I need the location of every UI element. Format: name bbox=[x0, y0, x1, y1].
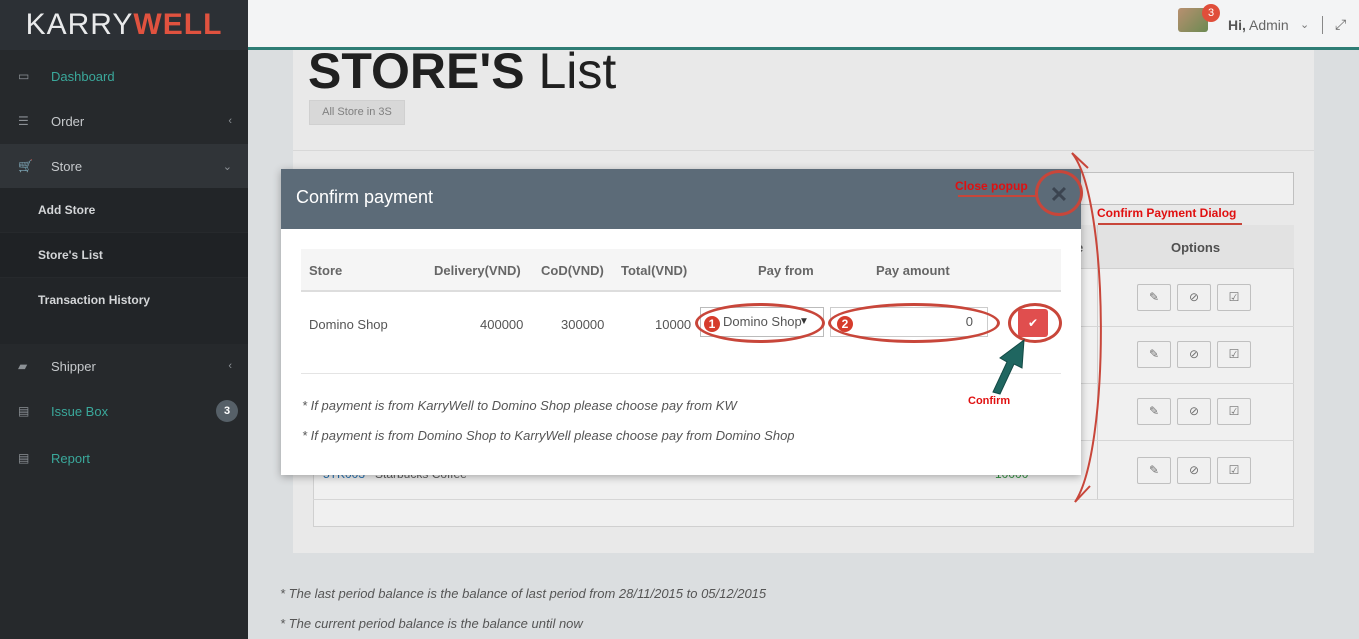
sidebar-item-label: Shipper bbox=[51, 358, 96, 374]
chevron-down-icon[interactable]: ⌄ bbox=[1300, 18, 1309, 31]
payment-note: * If payment is from Domino Shop to Karr… bbox=[302, 428, 795, 443]
column-header-pay-amount: Pay amount bbox=[876, 263, 950, 278]
chevron-left-icon: ‹ bbox=[228, 360, 232, 372]
confirm-payment-dialog: Confirm payment ✕ Store Delivery(VND) Co… bbox=[281, 169, 1081, 475]
dialog-title: Confirm payment bbox=[296, 187, 434, 207]
sidebar-subitem-add-store[interactable]: Add Store bbox=[0, 188, 248, 232]
book-icon: ▤ bbox=[18, 451, 30, 465]
sidebar-item-report[interactable]: ▤ Report bbox=[0, 436, 248, 480]
list-icon: ☰ bbox=[18, 114, 29, 128]
row-divider bbox=[301, 373, 1061, 374]
annotation-confirm: Confirm bbox=[968, 395, 1011, 407]
column-header-cod: CoD(VND) bbox=[541, 263, 604, 278]
sidebar: KARRYWELL ▭ Dashboard ☰ Order ‹ 🛒 Store … bbox=[0, 0, 248, 639]
step-number: 2 bbox=[837, 316, 853, 332]
chevron-left-icon: ‹ bbox=[228, 115, 232, 127]
column-header-pay-from: Pay from bbox=[758, 263, 814, 278]
sidebar-item-order[interactable]: ☰ Order ‹ bbox=[0, 99, 248, 143]
payment-note: * If payment is from KarryWell to Domino… bbox=[302, 398, 737, 413]
laptop-icon: ▭ bbox=[18, 69, 30, 83]
annotation-underline bbox=[1098, 223, 1242, 225]
footnote: * The last period balance is the balance… bbox=[280, 586, 767, 601]
sidebar-item-issue-box[interactable]: ▤ Issue Box 3 bbox=[0, 389, 248, 433]
sidebar-item-label: Order bbox=[51, 113, 85, 129]
annotation-underline bbox=[958, 195, 1036, 197]
annotation-close-popup: Close popup bbox=[955, 179, 1028, 193]
total-cell: 10000 bbox=[655, 317, 692, 332]
dialog-header: Confirm payment ✕ bbox=[281, 169, 1081, 229]
sidebar-item-label: Issue Box bbox=[51, 403, 109, 419]
sidebar-item-label: Dashboard bbox=[51, 68, 115, 84]
divider bbox=[1322, 16, 1323, 34]
store-name-cell: Domino Shop bbox=[309, 317, 388, 332]
sidebar-subitem-transaction-history[interactable]: Transaction History bbox=[0, 278, 248, 344]
cart-icon: 🛒 bbox=[18, 159, 33, 173]
issue-count-badge: 3 bbox=[216, 400, 238, 422]
truck-icon: ▰ bbox=[18, 359, 28, 373]
book-icon: ▤ bbox=[18, 404, 30, 418]
annotation-ring bbox=[828, 303, 1000, 343]
annotation-ring bbox=[1035, 170, 1083, 216]
annotation-ring bbox=[1008, 303, 1062, 343]
chevron-down-icon: ⌄ bbox=[222, 160, 232, 173]
cod-cell: 300000 bbox=[561, 317, 605, 332]
sidebar-subitem-stores-list[interactable]: Store's List bbox=[0, 233, 248, 277]
sidebar-item-shipper[interactable]: ▰ Shipper ‹ bbox=[0, 344, 248, 388]
delivery-cell: 400000 bbox=[480, 317, 524, 332]
sidebar-item-label: Store bbox=[51, 158, 83, 174]
column-header-store: Store bbox=[309, 263, 343, 278]
footnote: * The current period balance is the bala… bbox=[280, 616, 583, 631]
sidebar-item-store[interactable]: 🛒 Store ⌄ bbox=[0, 144, 248, 188]
expand-icon[interactable]: ⤢ bbox=[1335, 16, 1346, 33]
column-header-total: Total(VND) bbox=[621, 263, 688, 278]
user-greeting[interactable]: Hi, Admin bbox=[1228, 17, 1289, 33]
column-header-delivery: Delivery(VND) bbox=[434, 263, 521, 278]
sidebar-item-dashboard[interactable]: ▭ Dashboard bbox=[0, 54, 248, 98]
notification-badge: 3 bbox=[1202, 4, 1220, 22]
app-logo[interactable]: KARRYWELL bbox=[0, 0, 248, 50]
step-number: 1 bbox=[704, 316, 720, 332]
sidebar-item-label: Report bbox=[51, 450, 91, 466]
annotation-confirm-payment-dialog: Confirm Payment Dialog bbox=[1097, 206, 1237, 220]
